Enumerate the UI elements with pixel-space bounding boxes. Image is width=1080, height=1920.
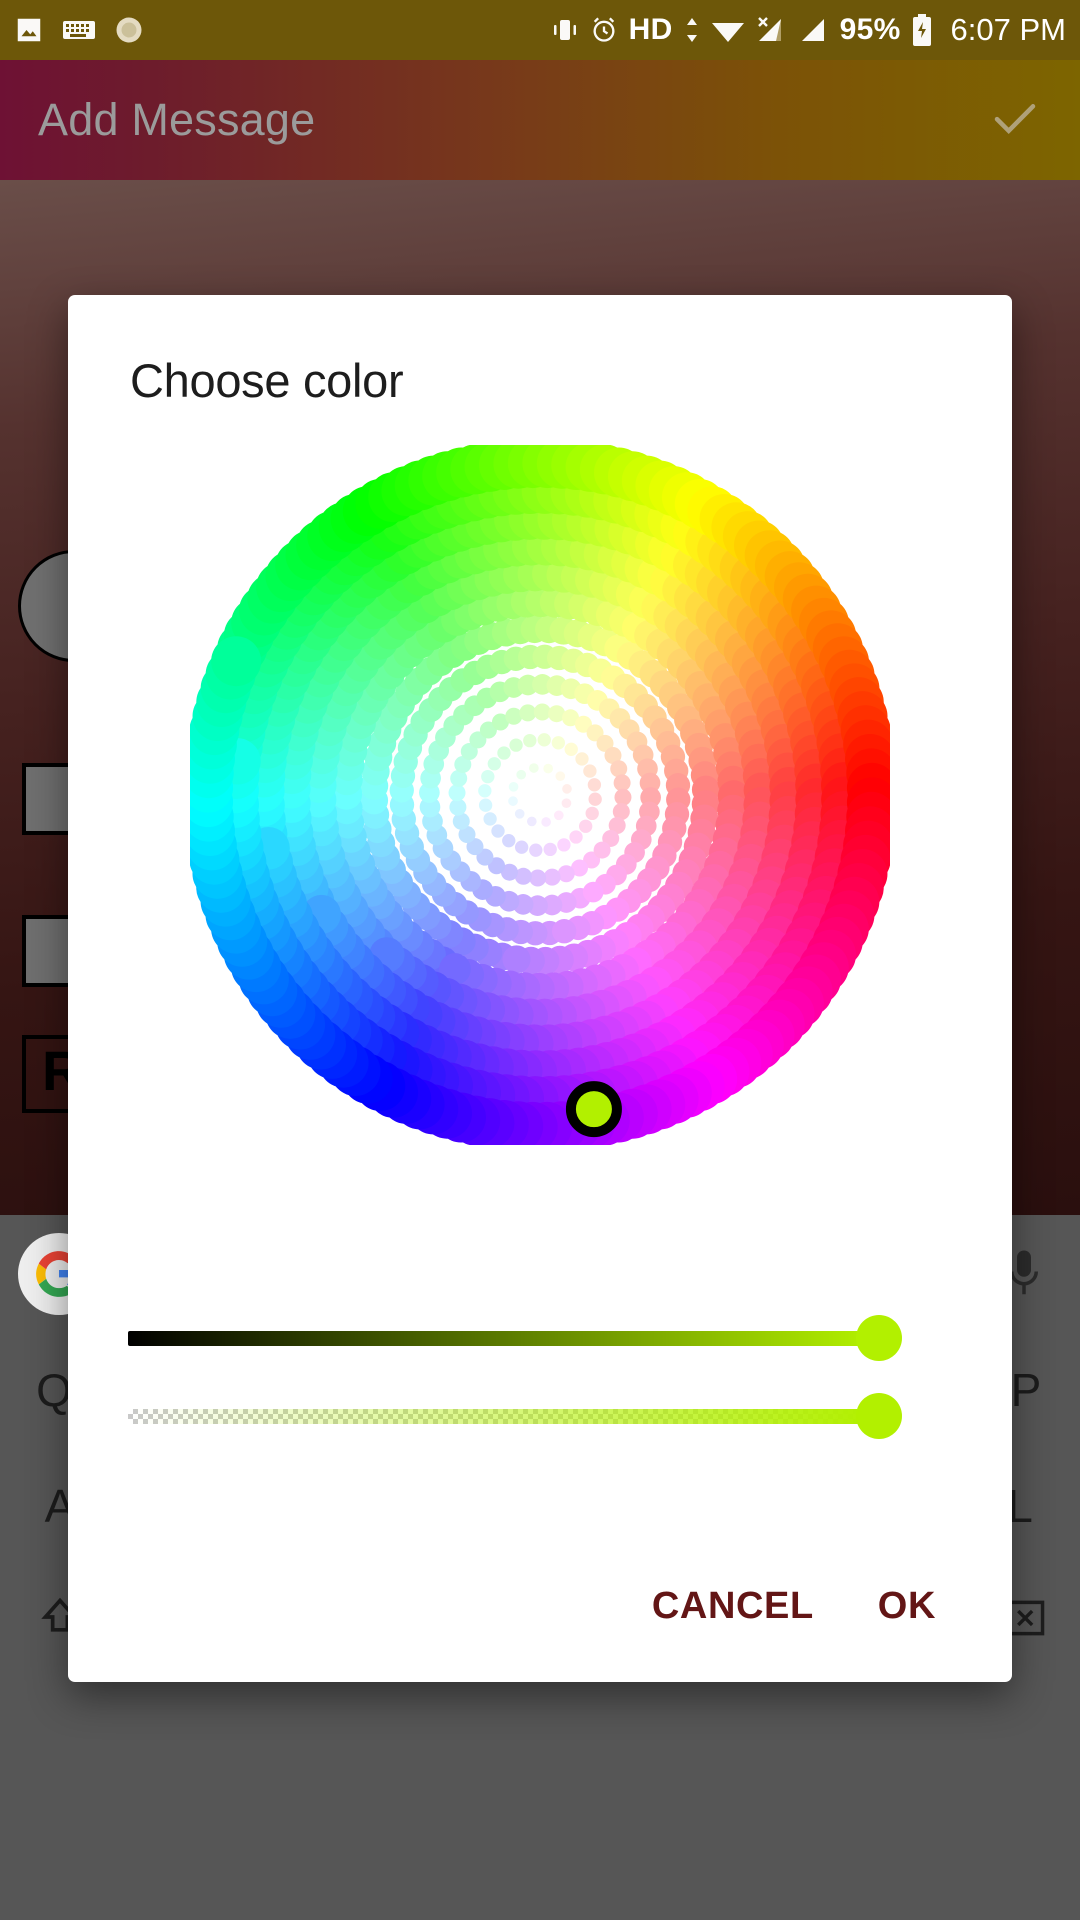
color-swatch[interactable] bbox=[519, 704, 537, 722]
color-swatch[interactable] bbox=[529, 869, 547, 887]
color-swatch[interactable] bbox=[588, 792, 602, 806]
status-bar-left-icons bbox=[14, 15, 144, 45]
color-swatch[interactable] bbox=[561, 798, 572, 809]
selected-color-indicator[interactable] bbox=[565, 1081, 622, 1138]
color-swatch[interactable] bbox=[481, 769, 495, 784]
vibrate-icon bbox=[551, 17, 579, 43]
page-title: Add Message bbox=[38, 94, 316, 145]
wifi-icon bbox=[711, 16, 745, 44]
brightness-icon bbox=[114, 15, 144, 45]
color-swatch[interactable] bbox=[516, 769, 527, 780]
dialog-action-bar: CANCEL OK bbox=[68, 1530, 1012, 1682]
clock-label: 6:07 PM bbox=[950, 12, 1066, 47]
keyboard-icon bbox=[62, 18, 96, 42]
color-swatch[interactable] bbox=[593, 841, 611, 859]
color-swatch[interactable] bbox=[487, 757, 501, 771]
color-swatch[interactable] bbox=[553, 810, 564, 821]
app-bar: Add Message bbox=[0, 60, 1080, 180]
color-swatch[interactable] bbox=[449, 798, 467, 816]
color-swatch[interactable] bbox=[514, 808, 525, 819]
sim1-no-signal-icon bbox=[756, 16, 788, 44]
hsv-color-wheel[interactable] bbox=[190, 445, 890, 1145]
color-swatch[interactable] bbox=[526, 816, 537, 827]
color-swatch[interactable] bbox=[583, 764, 597, 778]
color-swatch[interactable] bbox=[478, 784, 492, 798]
color-swatch[interactable] bbox=[529, 843, 543, 857]
color-swatch[interactable] bbox=[541, 817, 551, 827]
color-swatch[interactable] bbox=[508, 796, 518, 806]
color-swatch[interactable] bbox=[557, 865, 575, 883]
color-swatch[interactable] bbox=[509, 738, 523, 752]
data-arrows-icon bbox=[684, 16, 700, 44]
color-swatch[interactable] bbox=[610, 760, 628, 778]
keyboard-bottom-row: ?123 , . bbox=[0, 1725, 1080, 1920]
alpha-slider-track[interactable] bbox=[128, 1409, 868, 1424]
color-swatch[interactable] bbox=[211, 636, 262, 687]
color-swatch[interactable] bbox=[533, 703, 551, 721]
sim2-signal-icon bbox=[799, 16, 829, 44]
image-icon bbox=[14, 15, 44, 45]
color-swatch[interactable] bbox=[502, 834, 516, 848]
color-swatch[interactable] bbox=[582, 881, 604, 903]
color-swatch[interactable] bbox=[551, 919, 577, 944]
color-swatch[interactable] bbox=[543, 868, 561, 886]
color-swatch[interactable] bbox=[564, 742, 578, 756]
color-swatch[interactable] bbox=[579, 819, 593, 833]
color-wheel-container[interactable] bbox=[68, 445, 1012, 1255]
color-swatch[interactable] bbox=[537, 792, 543, 798]
color-swatch[interactable] bbox=[585, 806, 599, 821]
color-picker-dialog: Choose color CANCEL OK bbox=[68, 295, 1012, 1682]
color-swatch[interactable] bbox=[452, 812, 470, 830]
color-swatch[interactable] bbox=[555, 771, 566, 782]
color-swatch[interactable] bbox=[497, 746, 511, 760]
checkmark-icon[interactable] bbox=[988, 91, 1042, 150]
alarm-icon bbox=[590, 16, 618, 44]
cancel-button[interactable]: CANCEL bbox=[620, 1567, 846, 1646]
hd-label: HD bbox=[628, 13, 673, 46]
color-swatch[interactable] bbox=[614, 788, 632, 806]
color-swatch[interactable] bbox=[551, 736, 566, 750]
color-swatch[interactable] bbox=[523, 733, 537, 748]
color-swatch[interactable] bbox=[543, 842, 557, 857]
color-swatch[interactable] bbox=[587, 778, 602, 792]
color-swatch[interactable] bbox=[502, 945, 531, 974]
color-swatch[interactable] bbox=[483, 812, 497, 826]
alpha-slider[interactable] bbox=[68, 1375, 1012, 1457]
color-swatch[interactable] bbox=[529, 763, 539, 773]
color-swatch[interactable] bbox=[557, 838, 571, 852]
brightness-slider[interactable] bbox=[68, 1297, 1012, 1379]
status-bar: HD 95% 6:07 PM bbox=[0, 0, 1080, 60]
color-swatch[interactable] bbox=[508, 781, 519, 792]
color-swatch[interactable] bbox=[543, 763, 554, 774]
battery-percent-label: 95% bbox=[839, 13, 901, 46]
color-swatch[interactable] bbox=[478, 798, 493, 812]
color-swatch[interactable] bbox=[514, 840, 529, 854]
color-swatch[interactable] bbox=[575, 752, 589, 766]
status-bar-right-icons: HD 95% 6:07 PM bbox=[551, 12, 1066, 48]
phone-screen: HD 95% 6:07 PM Add Message R Q P A L Cho… bbox=[0, 0, 1080, 1920]
color-swatch[interactable] bbox=[491, 824, 505, 838]
color-swatch[interactable] bbox=[562, 784, 572, 794]
ok-button[interactable]: OK bbox=[846, 1567, 968, 1646]
alpha-slider-thumb[interactable] bbox=[856, 1393, 902, 1439]
color-swatch[interactable] bbox=[569, 830, 583, 844]
color-swatch[interactable] bbox=[613, 774, 631, 792]
color-swatch[interactable] bbox=[448, 784, 466, 802]
color-swatch[interactable] bbox=[537, 733, 551, 747]
color-swatch[interactable] bbox=[505, 707, 523, 725]
brightness-slider-thumb[interactable] bbox=[856, 1315, 902, 1361]
brightness-slider-track[interactable] bbox=[128, 1331, 868, 1346]
battery-charging-icon bbox=[912, 14, 932, 46]
dialog-title: Choose color bbox=[130, 354, 404, 407]
